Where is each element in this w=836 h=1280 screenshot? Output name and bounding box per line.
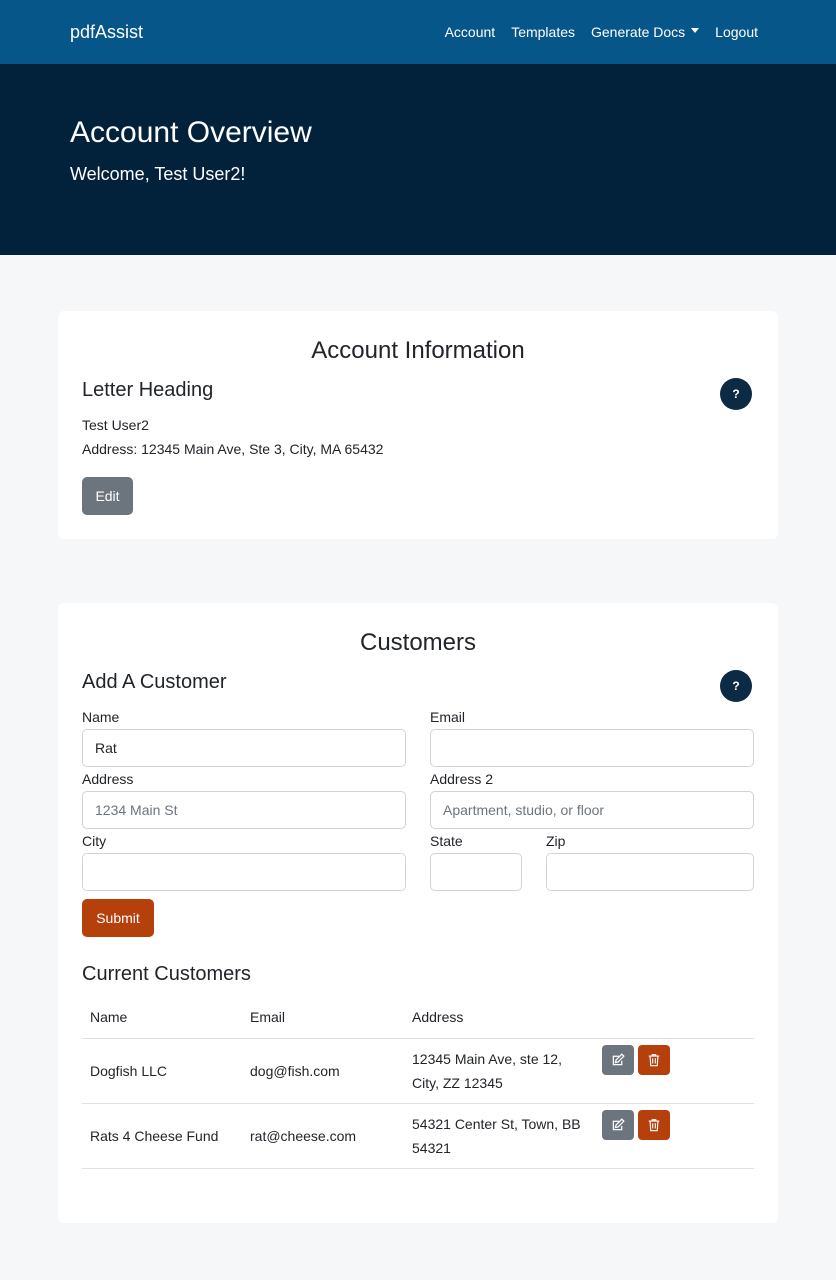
customer-email: dog@fish.com [250,1062,340,1079]
table-row: Dogfish LLC dog@fish.com 12345 Main Ave,… [82,1038,754,1103]
edit-customer-button[interactable] [602,1044,634,1075]
city-label: City [82,833,107,849]
table-row: Rats 4 Cheese Fund rat@cheese.com 54321 … [82,1103,754,1168]
customer-name: Dogfish LLC [90,1062,168,1079]
customers-table: Name Email Address Dogfish LLC dog@fish.… [82,996,754,1169]
letter-heading-help-button[interactable]: ? [720,378,752,410]
add-customer-title: Add A Customer [82,671,227,693]
trash-icon [648,1118,660,1131]
state-label: State [430,833,463,849]
address-label: Address [82,771,134,787]
address2-label: Address 2 [430,771,494,787]
customers-card: Customers Add A Customer ? Name Email Ad… [58,603,778,1223]
address-input[interactable] [82,791,406,829]
welcome-text: Welcome, Test User2! [70,164,246,184]
customer-address-line1: 54321 Center St, Town, BB [412,1115,581,1132]
customer-address: 54321 Center St, Town, BB 54321 [404,1103,594,1168]
customer-address-line2: 54321 [412,1139,451,1156]
nav-logout[interactable]: Logout [707,24,766,40]
hero-banner: Account Overview Welcome, Test User2! [0,64,836,255]
customers-title: Customers [359,629,477,656]
letter-heading-details: Test User2 Address: 12345 Main Ave, Ste … [82,413,383,461]
customer-email: rat@cheese.com [250,1127,357,1144]
customer-actions [594,1038,754,1103]
nav-account[interactable]: Account [437,24,504,40]
account-info-title: Account Information [311,337,525,364]
edit-icon [612,1117,625,1130]
column-header-name: Name [90,1008,128,1025]
email-input[interactable] [430,729,754,767]
city-input[interactable] [82,853,406,891]
customer-name: Rats 4 Cheese Fund [90,1127,219,1144]
caret-down-icon [691,27,700,33]
name-input[interactable] [82,729,406,767]
nav-generate-docs-dropdown[interactable]: Generate Docs [583,24,707,40]
zip-input[interactable] [546,853,754,891]
letter-heading-name: Test User2 [82,417,149,433]
current-customers-title: Current Customers [82,963,251,985]
name-label: Name [82,709,120,725]
zip-label: Zip [546,833,566,849]
email-label: Email [430,709,466,725]
column-header-email: Email [250,1008,286,1025]
top-navbar: pdfAssist Account Templates Generate Doc… [0,0,836,64]
nav-links: Account Templates Generate Docs Logout [437,24,766,40]
brand-logo[interactable]: pdfAssist [70,22,143,43]
customer-address: 12345 Main Ave, ste 12, City, ZZ 12345 [404,1038,594,1103]
submit-customer-button[interactable]: Submit [82,899,154,937]
add-customer-help-button[interactable]: ? [720,670,752,702]
column-header-actions [594,996,754,1038]
account-info-card: Account Information Letter Heading ? Tes… [58,311,778,539]
nav-generate-docs-label: Generate Docs [591,24,686,40]
table-header-row: Name Email Address [82,996,754,1039]
edit-letter-heading-button[interactable]: Edit [82,477,133,515]
letter-heading-title: Letter Heading [82,379,214,401]
page-title: Account Overview [70,116,312,149]
nav-templates[interactable]: Templates [503,24,583,40]
customer-address-line1: 12345 Main Ave, ste 12, [412,1050,562,1067]
letter-heading-address: Address: 12345 Main Ave, Ste 3, City, MA… [82,441,384,457]
column-header-address: Address [404,996,594,1039]
customer-address-line2: City, ZZ 12345 [412,1074,503,1091]
edit-customer-button[interactable] [602,1109,634,1140]
delete-customer-button[interactable] [638,1109,670,1140]
address2-input[interactable] [430,791,754,829]
delete-customer-button[interactable] [638,1044,670,1075]
customer-actions [594,1103,754,1168]
edit-icon [612,1052,625,1065]
trash-icon [648,1053,660,1066]
state-input[interactable] [430,853,522,891]
